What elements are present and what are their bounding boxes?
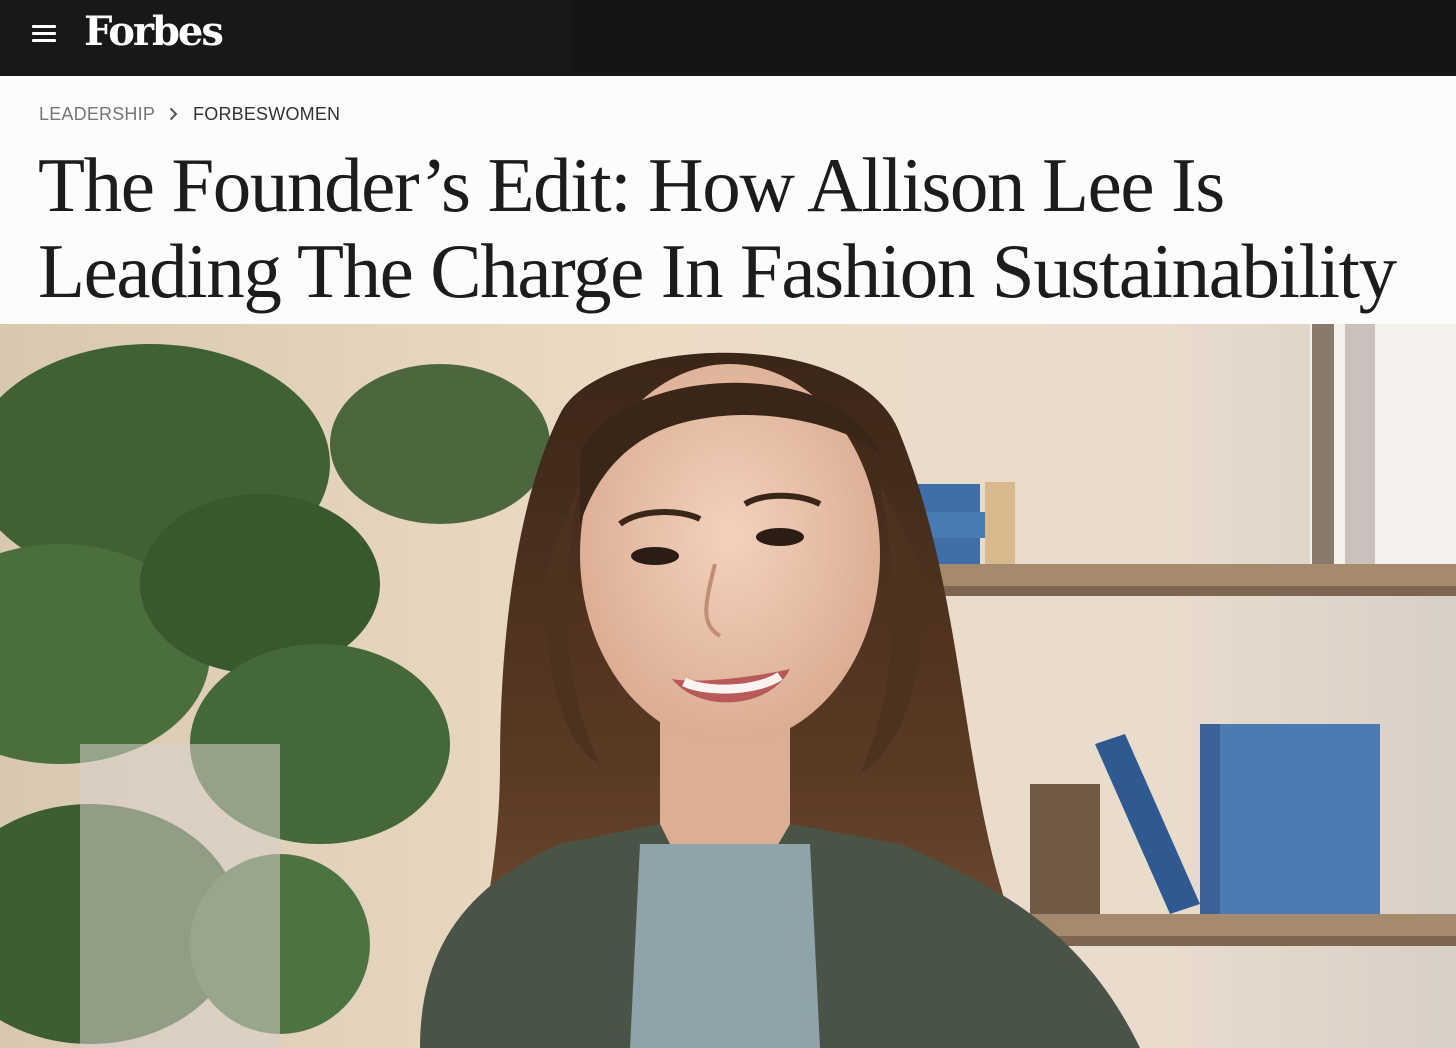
article-headline: The Founder’s Edit: How Allison Lee Is L… bbox=[38, 142, 1438, 314]
breadcrumb-forbeswomen[interactable]: FORBESWOMEN bbox=[193, 104, 340, 125]
chevron-right-icon bbox=[169, 107, 179, 121]
headline-line-2: Leading The Charge In Fashion Sustainabi… bbox=[38, 228, 1397, 314]
header-shade bbox=[572, 0, 1456, 72]
headline-line-1: The Founder’s Edit: How Allison Lee Is bbox=[38, 142, 1225, 228]
hero-photo-illustration bbox=[0, 324, 1456, 1048]
site-header: Forbes bbox=[0, 0, 1456, 76]
breadcrumb: LEADERSHIP FORBESWOMEN bbox=[39, 102, 340, 126]
hero-image bbox=[0, 324, 1456, 1048]
forbes-logo[interactable]: Forbes bbox=[84, 8, 224, 55]
breadcrumb-leadership[interactable]: LEADERSHIP bbox=[39, 104, 155, 125]
hamburger-menu-icon[interactable] bbox=[30, 22, 60, 46]
